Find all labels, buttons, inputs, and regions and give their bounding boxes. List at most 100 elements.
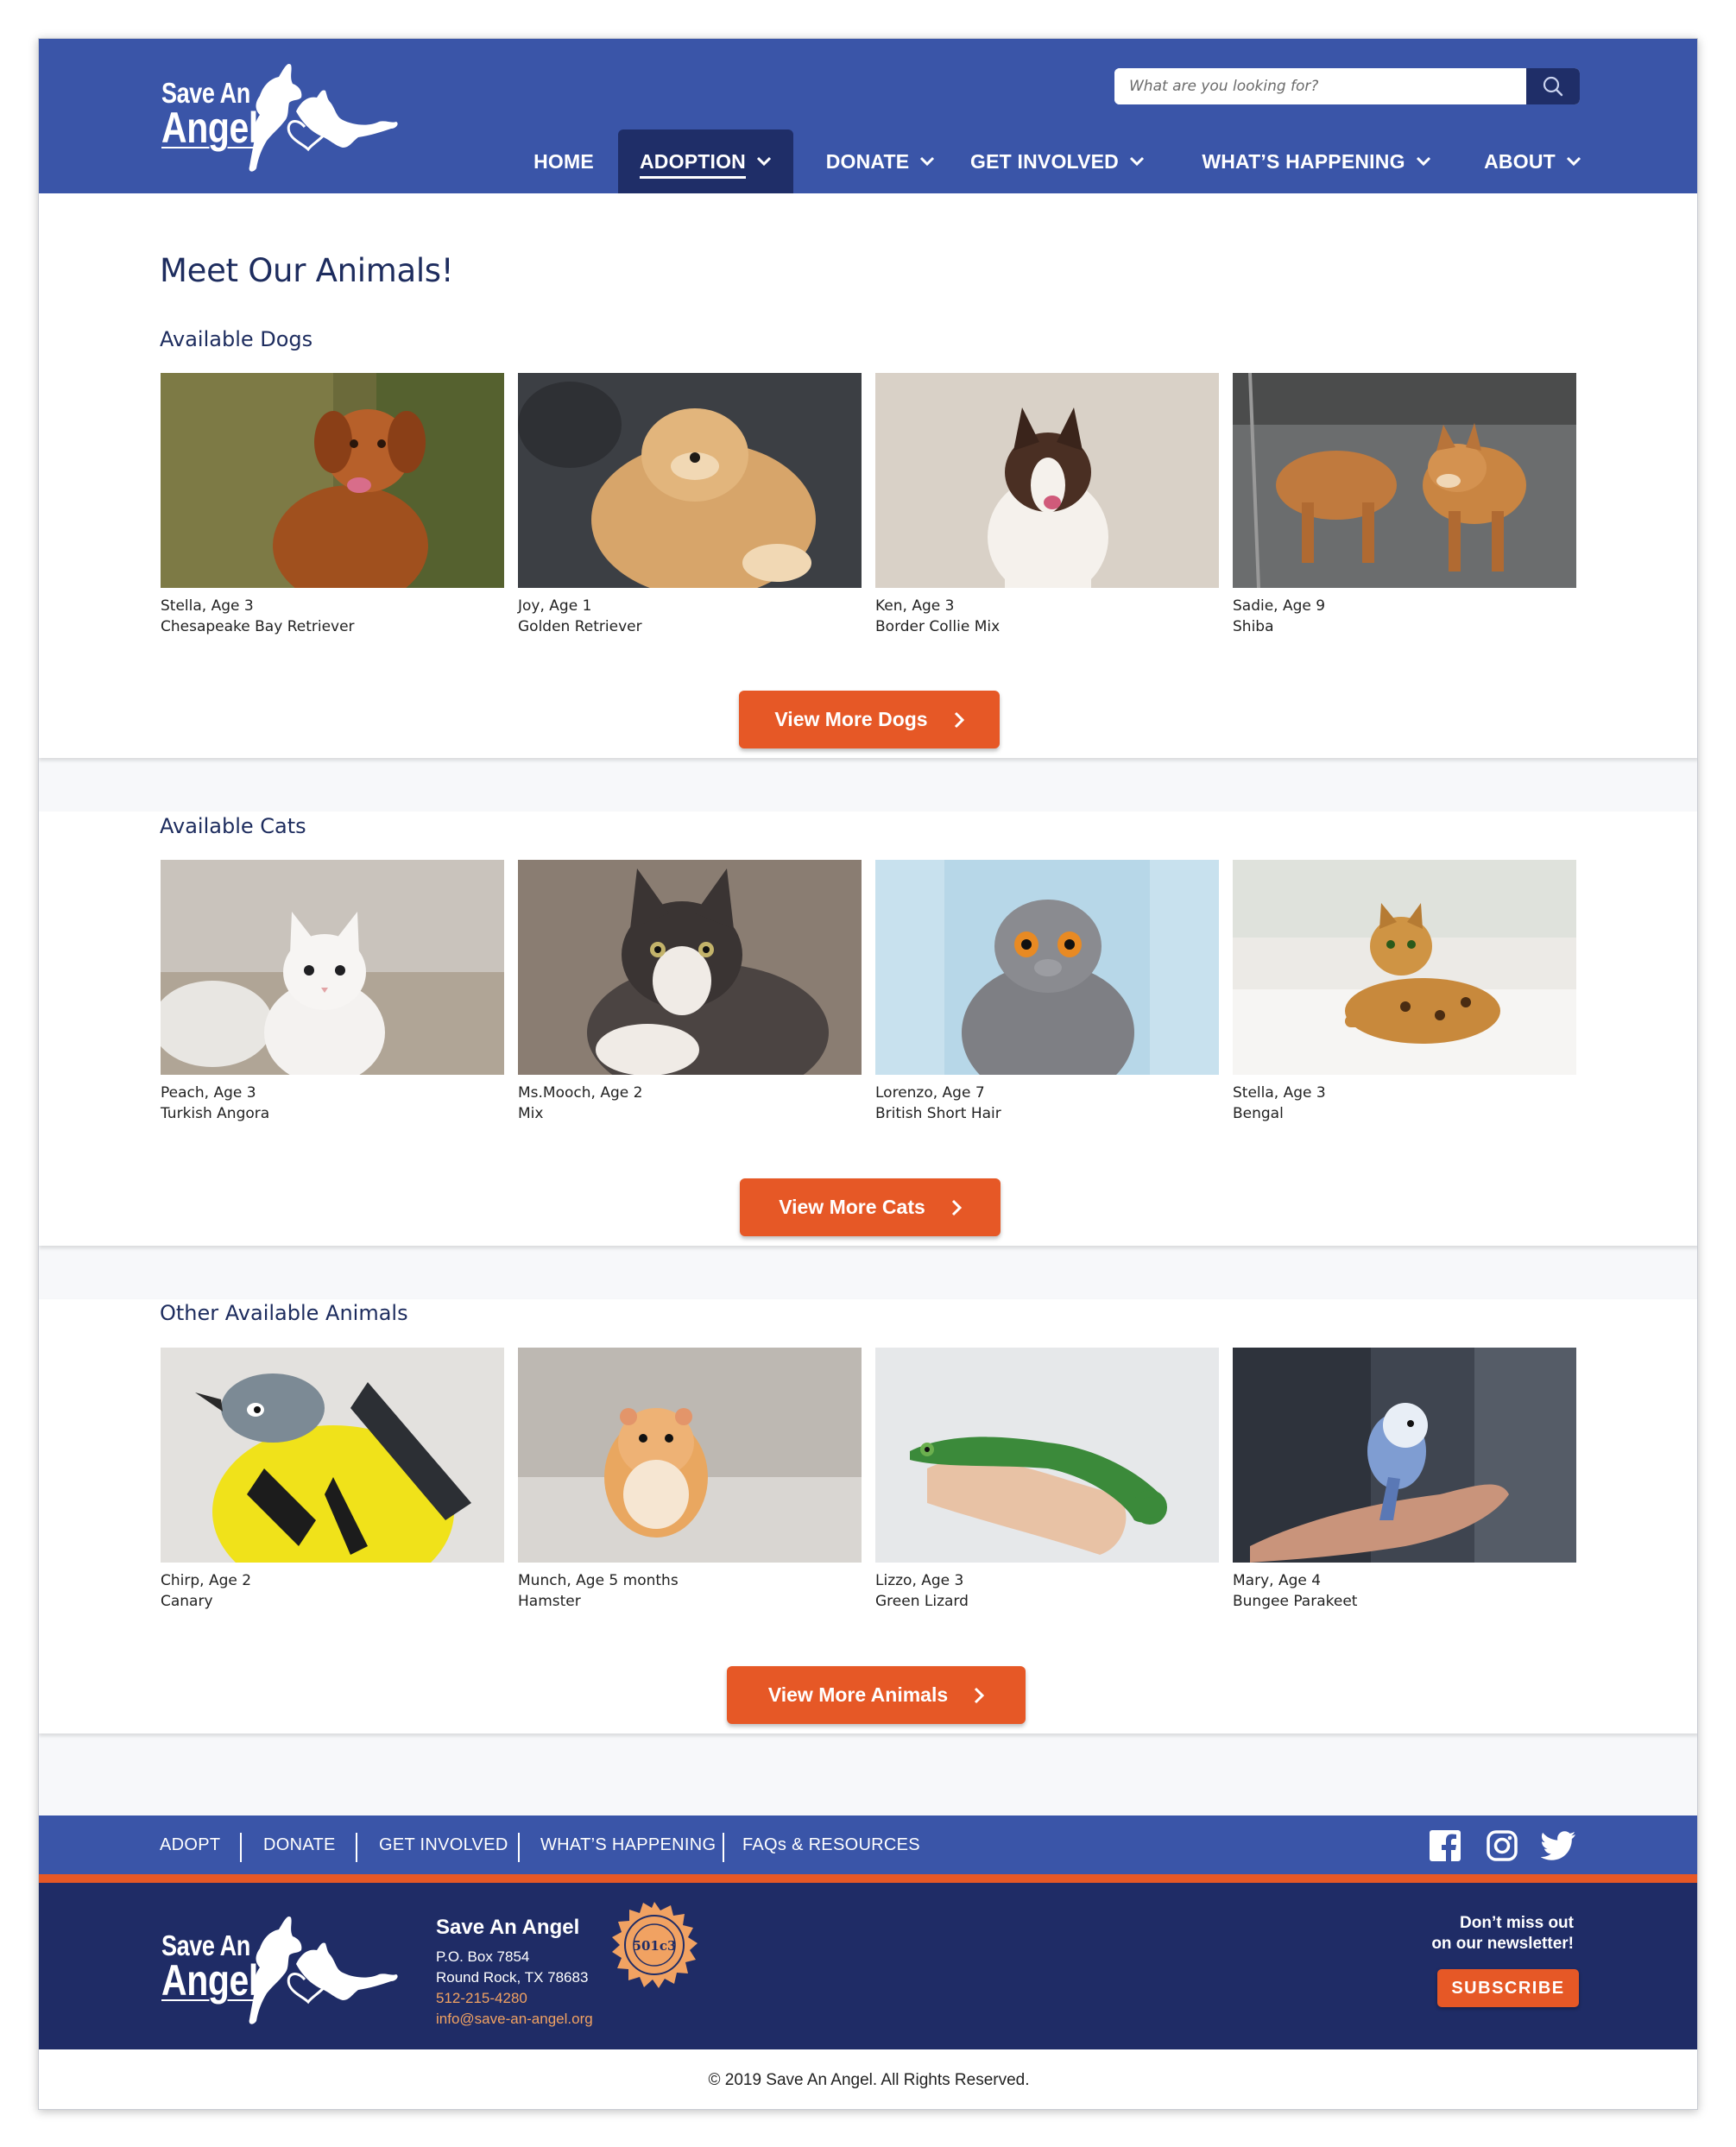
animal-breed: Green Lizard [875, 1593, 969, 1610]
animal-breed: Hamster [518, 1593, 581, 1610]
footer-phone[interactable]: 512-215-4280 [436, 1990, 527, 2007]
nav-donate[interactable]: DONATE [816, 129, 945, 193]
animal-name: Peach, Age 3 [161, 1084, 256, 1102]
footer-main: Save An Angel Save An Angel P.O. Box 785… [39, 1883, 1697, 2049]
animal-photo[interactable] [875, 860, 1219, 1075]
copyright: © 2019 Save An Angel. All Rights Reserve… [39, 2049, 1697, 2109]
animal-photo[interactable] [518, 373, 862, 588]
view-more-cats-label: View More Cats [779, 1196, 925, 1218]
view-more-animals-button[interactable]: View More Animals [727, 1666, 1026, 1724]
view-more-animals-label: View More Animals [767, 1683, 949, 1706]
animal-name: Munch, Age 5 months [518, 1572, 679, 1589]
chevron-right-icon [951, 1199, 962, 1216]
animal-card[interactable]: Lorenzo, Age 7 British Short Hair [875, 860, 1219, 1124]
animal-photo[interactable] [1233, 860, 1576, 1075]
chevron-right-icon [954, 711, 964, 729]
chevron-down-icon [756, 156, 772, 167]
footer-org-name: Save An Angel [436, 1916, 580, 1939]
animal-photo[interactable] [518, 860, 862, 1075]
animal-card[interactable]: Sadie, Age 9 Shiba [1233, 373, 1576, 637]
nav-adoption-label: ADOPTION [640, 150, 746, 179]
animal-breed: Turkish Angora [161, 1105, 270, 1122]
twitter-icon[interactable] [1541, 1829, 1577, 1862]
animal-breed: Mix [518, 1105, 544, 1122]
page-title: Meet Our Animals! [160, 252, 454, 289]
animal-breed: Border Collie Mix [875, 618, 1001, 635]
facebook-icon[interactable] [1429, 1829, 1461, 1862]
footer-link-adopt[interactable]: ADOPT [160, 1815, 220, 1874]
animal-card[interactable]: Ken, Age 3 Border Collie Mix [875, 373, 1219, 637]
animal-name: Joy, Age 1 [518, 597, 592, 615]
nav-get-involved-label: GET INVOLVED [970, 149, 1119, 173]
search-button[interactable] [1526, 68, 1580, 104]
animal-photo[interactable] [875, 373, 1219, 588]
animal-breed: Chesapeake Bay Retriever [161, 618, 355, 635]
footer-logo[interactable]: Save An Angel [158, 1912, 403, 2028]
view-more-dogs-label: View More Dogs [774, 708, 928, 730]
main-nav: HOME ADOPTION DONATE GET INVOLVED WHAT’S… [39, 129, 1697, 193]
animal-card[interactable]: Ms.Mooch, Age 2 Mix [518, 860, 862, 1124]
footer-link-donate[interactable]: DONATE [263, 1815, 336, 1874]
footer-email[interactable]: info@save-an-angel.org [436, 2011, 593, 2028]
animal-name: Mary, Age 4 [1233, 1572, 1322, 1589]
animal-photo[interactable] [875, 1348, 1219, 1563]
nav-get-involved[interactable]: GET INVOLVED [963, 129, 1152, 193]
nav-adoption[interactable]: ADOPTION [618, 129, 793, 193]
animal-name: Lizzo, Age 3 [875, 1572, 964, 1589]
animal-name: Stella, Age 3 [161, 597, 254, 615]
animal-breed: Shiba [1233, 618, 1274, 635]
animal-card[interactable]: Munch, Age 5 months Hamster [518, 1348, 862, 1612]
nav-about[interactable]: ABOUT [1479, 129, 1587, 193]
view-more-dogs-button[interactable]: View More Dogs [739, 691, 1000, 748]
animal-card[interactable]: Joy, Age 1 Golden Retriever [518, 373, 862, 637]
animal-breed: Bengal [1233, 1105, 1284, 1122]
subscribe-button[interactable]: SUBSCRIBE [1437, 1969, 1579, 2007]
footer-link-faqs-resources[interactable]: FAQs & RESOURCES [742, 1815, 920, 1874]
chevron-down-icon [1416, 156, 1431, 167]
search-icon [1543, 76, 1563, 97]
search-bar [1114, 68, 1580, 104]
footer-accent-bar [39, 1874, 1697, 1883]
newsletter-line1: Don’t miss out [1460, 1914, 1574, 1932]
animal-photo[interactable] [1233, 373, 1576, 588]
animal-name: Ms.Mooch, Age 2 [518, 1084, 643, 1102]
footer-divider [240, 1833, 242, 1862]
footer-address-line1: P.O. Box 7854 [436, 1948, 530, 1965]
site-header: Save An Angel HOME ADOPTION DONATE [39, 39, 1697, 193]
footer-divider [723, 1833, 724, 1862]
nav-whats-happening-label: WHAT’S HAPPENING [1202, 149, 1405, 173]
section-title-dogs: Available Dogs [160, 327, 313, 351]
search-input[interactable] [1114, 68, 1525, 104]
footer-divider [356, 1833, 357, 1862]
animal-photo[interactable] [161, 1348, 504, 1563]
animal-card[interactable]: Lizzo, Age 3 Green Lizard [875, 1348, 1219, 1612]
view-more-cats-button[interactable]: View More Cats [740, 1178, 1001, 1236]
chevron-down-icon [1566, 156, 1581, 167]
animal-breed: Bungee Parakeet [1233, 1593, 1358, 1610]
animal-photo[interactable] [161, 373, 504, 588]
animal-card[interactable]: Mary, Age 4 Bungee Parakeet [1233, 1348, 1576, 1612]
animal-photo[interactable] [518, 1348, 862, 1563]
footer-address-line2: Round Rock, TX 78683 [436, 1969, 589, 1986]
badge-text: 501c3 [633, 1938, 677, 1954]
section-title-other: Other Available Animals [160, 1301, 408, 1325]
chevron-right-icon [974, 1687, 985, 1704]
animal-photo[interactable] [1233, 1348, 1576, 1563]
animal-name: Sadie, Age 9 [1233, 597, 1326, 615]
footer-link-whats-happening[interactable]: WHAT’S HAPPENING [540, 1815, 716, 1874]
nav-home[interactable]: HOME [508, 129, 620, 193]
animal-photo[interactable] [161, 860, 504, 1075]
chevron-down-icon [919, 156, 935, 167]
footer-nav: ADOPT DONATE GET INVOLVED WHAT’S HAPPENI… [39, 1815, 1697, 1874]
instagram-icon[interactable] [1486, 1829, 1518, 1862]
animal-breed: Golden Retriever [518, 618, 642, 635]
animal-name: Ken, Age 3 [875, 597, 955, 615]
animal-card[interactable]: Chirp, Age 2 Canary [161, 1348, 504, 1612]
chevron-down-icon [1129, 156, 1145, 167]
animal-card[interactable]: Stella, Age 3 Chesapeake Bay Retriever [161, 373, 504, 637]
nav-whats-happening[interactable]: WHAT’S HAPPENING [1196, 129, 1437, 193]
nav-donate-label: DONATE [825, 149, 910, 173]
animal-card[interactable]: Peach, Age 3 Turkish Angora [161, 860, 504, 1124]
animal-card[interactable]: Stella, Age 3 Bengal [1233, 860, 1576, 1124]
footer-link-get-involved[interactable]: GET INVOLVED [379, 1815, 508, 1874]
